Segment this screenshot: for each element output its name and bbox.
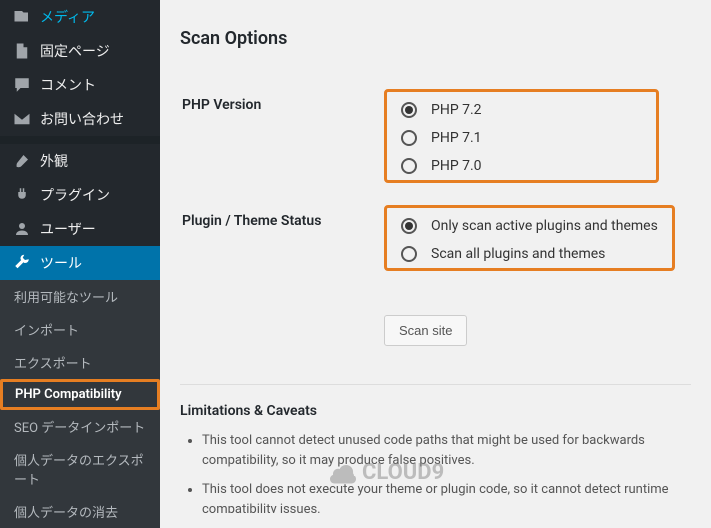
- menu-item-label: プラグイン: [40, 185, 110, 205]
- radio-option[interactable]: PHP 7.0: [401, 158, 642, 174]
- radio-option[interactable]: PHP 7.1: [401, 130, 642, 146]
- radio-option[interactable]: Scan all plugins and themes: [401, 246, 658, 262]
- tools-submenu: 利用可能なツールインポートエクスポートPHP CompatibilitySEO …: [0, 280, 160, 528]
- divider: [180, 384, 691, 385]
- menu-item-plugin[interactable]: プラグイン: [0, 178, 160, 212]
- menu-item-label: メディア: [40, 7, 95, 27]
- submenu-item[interactable]: 個人データのエクスポート: [0, 443, 160, 495]
- admin-sidebar: メディア固定ページコメントお問い合わせ 外観プラグインユーザーツール 利用可能な…: [0, 0, 160, 513]
- page-title: Scan Options: [180, 28, 691, 49]
- submenu-item[interactable]: 個人データの消去: [0, 495, 160, 528]
- menu-item-comment[interactable]: コメント: [0, 68, 160, 102]
- watermark: CLOUD9: [330, 460, 444, 485]
- menu-item-brush[interactable]: 外観: [0, 144, 160, 178]
- menu-item-label: 外観: [40, 151, 68, 171]
- menu-item-mail[interactable]: お問い合わせ: [0, 102, 160, 136]
- radio-label: Scan all plugins and themes: [431, 246, 605, 262]
- radio-label: Only scan active plugins and themes: [431, 218, 658, 234]
- menu-item-label: 固定ページ: [40, 41, 110, 61]
- caveat-item: This tool cannot detect unused code path…: [202, 431, 691, 470]
- tool-icon: [12, 253, 32, 273]
- submenu-item[interactable]: インポート: [0, 313, 160, 346]
- limitations-heading: Limitations & Caveats: [180, 403, 691, 419]
- php-version-label: PHP Version: [182, 79, 382, 193]
- menu-item-tool[interactable]: ツール: [0, 246, 160, 280]
- menu-item-user[interactable]: ユーザー: [0, 212, 160, 246]
- submenu-item[interactable]: SEO データインポート: [0, 410, 160, 443]
- menu-item-label: お問い合わせ: [40, 109, 124, 129]
- menu-item-label: ユーザー: [40, 219, 96, 239]
- user-icon: [12, 219, 32, 239]
- radio-button[interactable]: [401, 158, 417, 174]
- radio-label: PHP 7.2: [431, 102, 482, 118]
- submenu-item[interactable]: 利用可能なツール: [0, 280, 160, 313]
- plugin-status-label: Plugin / Theme Status: [182, 195, 382, 281]
- radio-option[interactable]: Only scan active plugins and themes: [401, 218, 658, 234]
- submenu-item[interactable]: エクスポート: [0, 346, 160, 379]
- radio-option[interactable]: PHP 7.2: [401, 102, 642, 118]
- submenu-item[interactable]: PHP Compatibility: [0, 379, 160, 410]
- main-content: Scan Options PHP Version PHP 7.2PHP 7.1P…: [160, 0, 711, 513]
- menu-separator: [0, 136, 160, 144]
- caveat-item: This tool does not execute your theme or…: [202, 480, 691, 513]
- radio-button[interactable]: [401, 218, 417, 234]
- page-icon: [12, 41, 32, 61]
- menu-item-label: ツール: [40, 253, 82, 273]
- brush-icon: [12, 151, 32, 171]
- options-table: PHP Version PHP 7.2 PHP 7.1 PHP 7.0 Plugin…: [180, 77, 691, 358]
- comment-icon: [12, 75, 32, 95]
- menu-item-label: コメント: [40, 75, 96, 95]
- scan-site-button[interactable]: Scan site: [384, 315, 467, 346]
- plugin-status-group: Only scan active plugins and themes Scan …: [384, 205, 675, 271]
- php-version-group: PHP 7.2 PHP 7.1 PHP 7.0: [384, 89, 659, 183]
- mail-icon: [12, 109, 32, 129]
- menu-item-page[interactable]: 固定ページ: [0, 34, 160, 68]
- media-icon: [12, 7, 32, 27]
- radio-button[interactable]: [401, 102, 417, 118]
- radio-label: PHP 7.0: [431, 158, 482, 174]
- radio-button[interactable]: [401, 130, 417, 146]
- radio-button[interactable]: [401, 246, 417, 262]
- plugin-icon: [12, 185, 32, 205]
- menu-item-media[interactable]: メディア: [0, 0, 160, 34]
- radio-label: PHP 7.1: [431, 130, 482, 146]
